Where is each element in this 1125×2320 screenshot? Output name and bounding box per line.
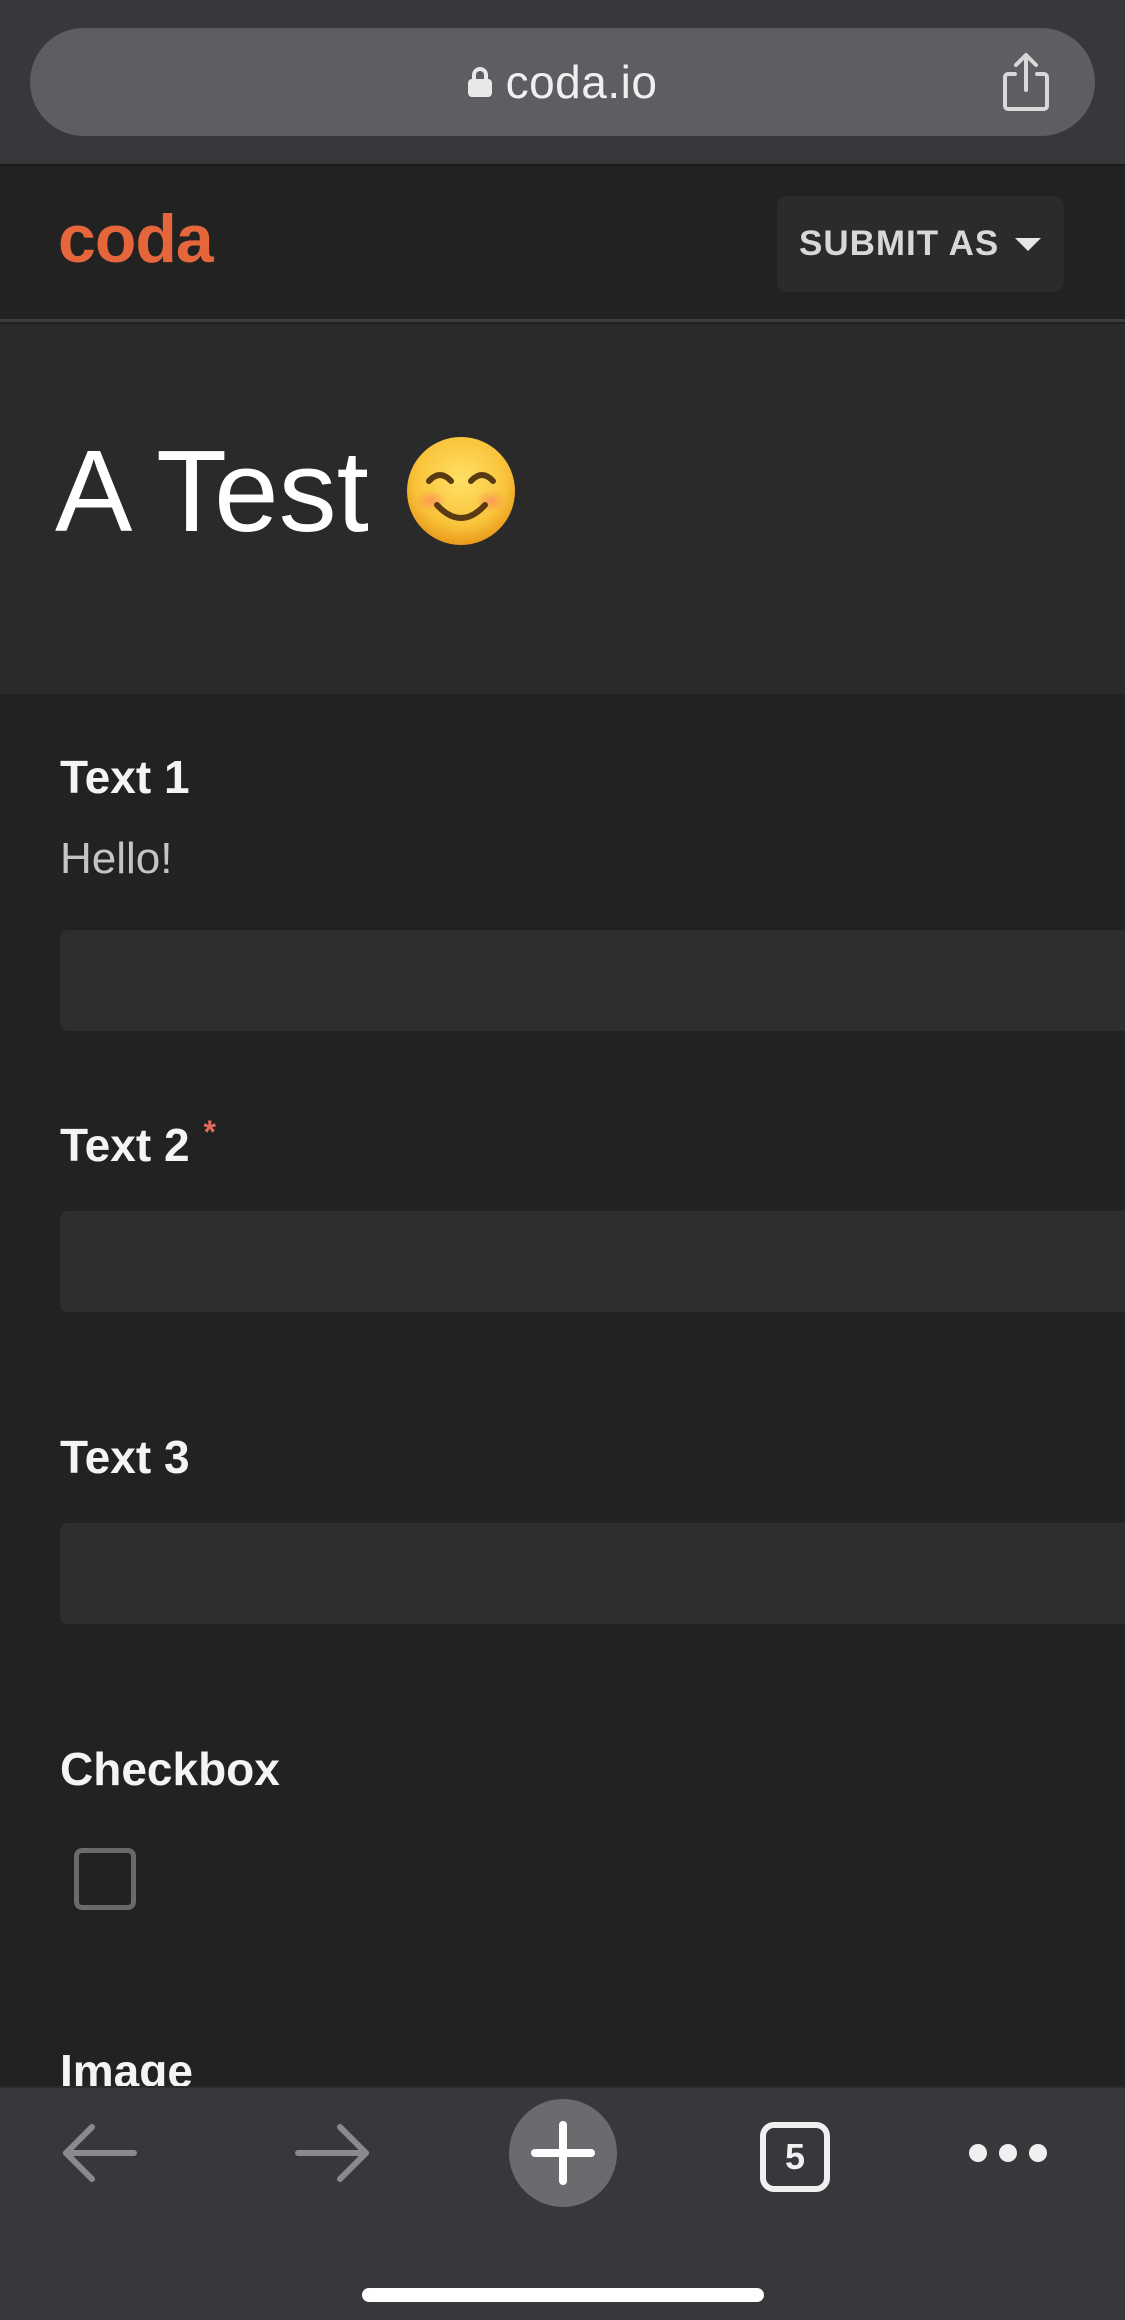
field-label-text-2-text: Text 2 [60,1119,190,1171]
arrow-left-icon [63,2124,137,2182]
share-icon[interactable] [1001,52,1051,112]
field-label-text-1: Text 1 [60,751,190,803]
more-dots-icon [969,2144,1047,2162]
checkbox-input[interactable] [74,1848,136,1910]
field-label-checkbox: Checkbox [60,1743,280,1795]
forward-button[interactable] [282,2088,382,2218]
back-button[interactable] [50,2088,150,2218]
form-title: A Test [55,424,517,558]
text-3-input[interactable] [60,1523,1125,1624]
plus-icon [509,2099,617,2207]
form-title-text: A Test [55,426,369,556]
submit-as-label: SUBMIT AS [799,224,1000,263]
browser-top-bar: coda.io [0,0,1125,166]
page: coda.io coda SUBMIT AS A Test Text 1 Hel… [0,0,1125,2320]
coda-logo[interactable]: coda [58,200,214,278]
browser-bottom-toolbar: 5 [0,2086,1125,2320]
text-2-input[interactable] [60,1211,1125,1312]
required-mark: * [203,1114,216,1150]
tabs-icon[interactable]: 5 [760,2122,830,2192]
smiling-face-emoji-icon [406,437,515,545]
more-button[interactable] [958,2088,1058,2218]
arrow-right-icon [295,2124,369,2182]
field-label-text-2: Text 2 * [60,1114,216,1172]
address-bar-content: coda.io [30,28,1095,136]
url-text: coda.io [505,56,658,108]
caret-down-icon [1015,237,1042,251]
field-label-text-3: Text 3 [60,1431,190,1483]
submit-as-button[interactable]: SUBMIT AS [777,196,1064,292]
form-title-band: A Test [0,324,1125,694]
home-indicator[interactable] [362,2288,764,2302]
lock-icon [467,67,492,97]
app-header: coda SUBMIT AS [0,166,1125,322]
new-tab-button[interactable] [508,2088,618,2218]
form-body: Text 1 Hello! Text 2 * Text 3 Checkbox Im… [0,694,1125,2097]
field-help-text-1: Hello! [60,834,173,883]
text-1-input[interactable] [60,930,1125,1031]
address-bar[interactable]: coda.io [30,28,1095,136]
